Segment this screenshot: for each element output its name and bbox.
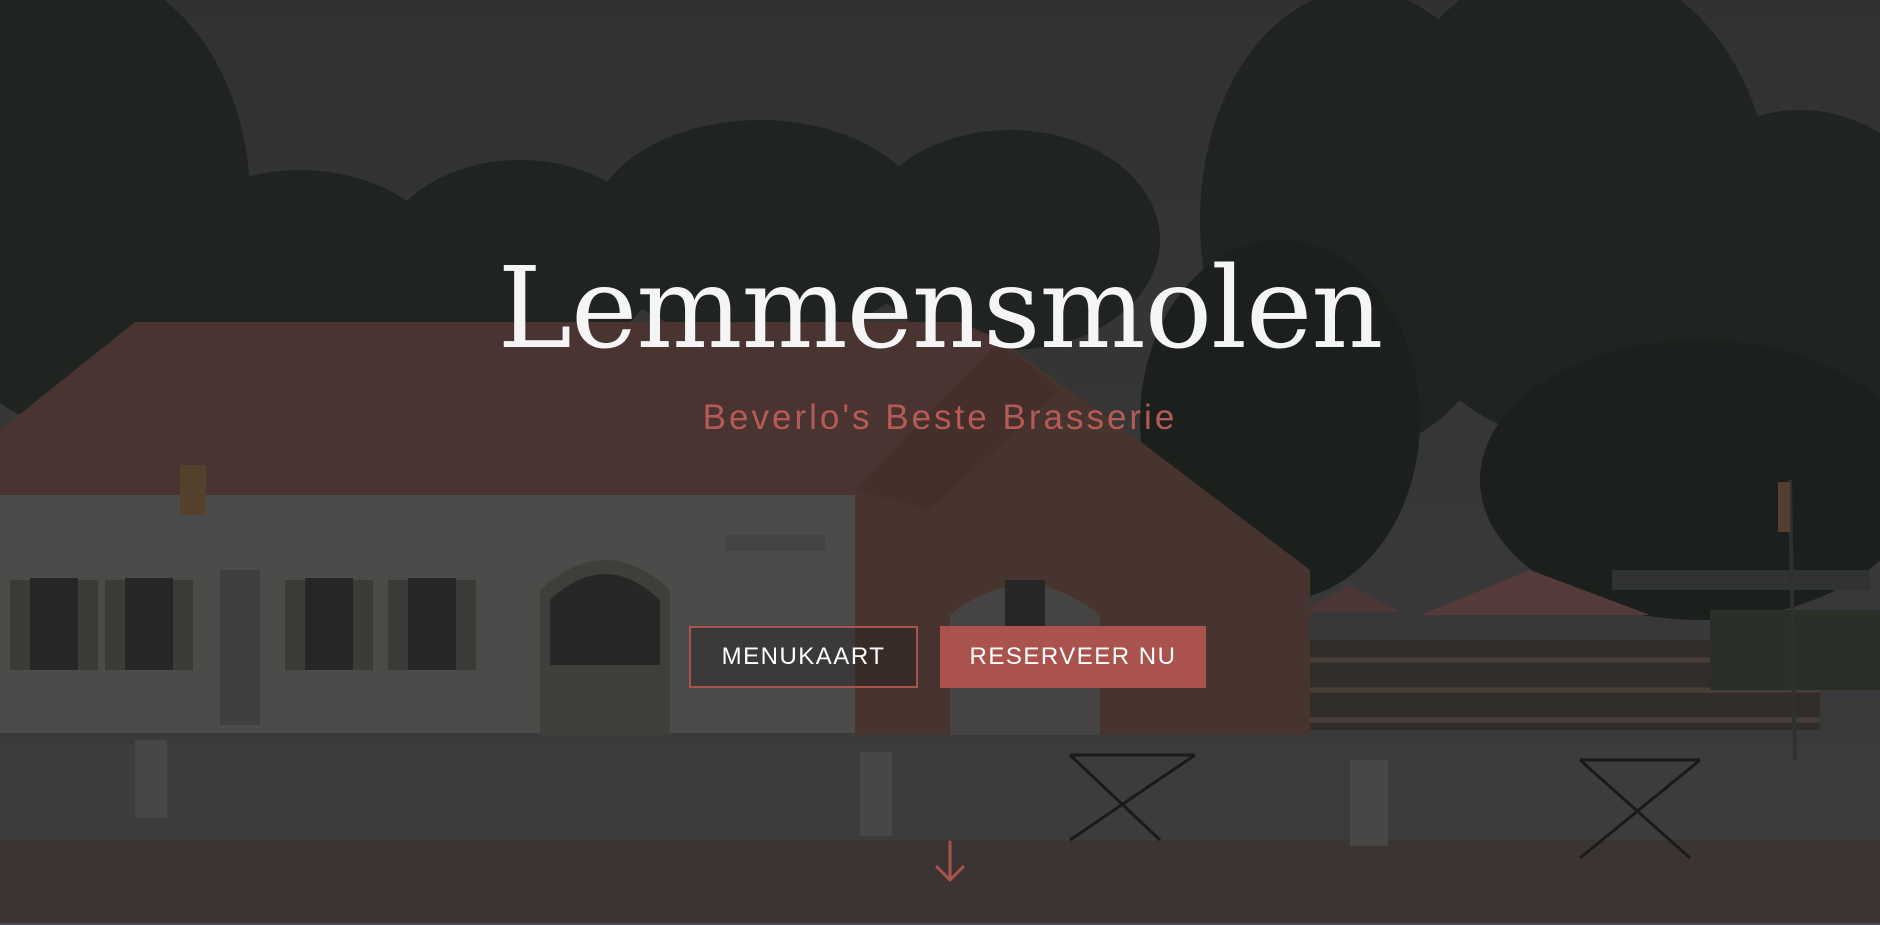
arrow-down-icon[interactable] (930, 840, 970, 884)
menu-card-button[interactable]: MENUKAART (689, 626, 918, 688)
site-title: Lemmensmolen (497, 244, 1384, 374)
reserve-now-button[interactable]: RESERVEER NU (940, 626, 1206, 688)
hero-content: Lemmensmolen Beverlo's Beste Brasserie M… (0, 0, 1880, 925)
hero-section: Lemmensmolen Beverlo's Beste Brasserie M… (0, 0, 1880, 925)
site-tagline: Beverlo's Beste Brasserie (702, 398, 1178, 437)
